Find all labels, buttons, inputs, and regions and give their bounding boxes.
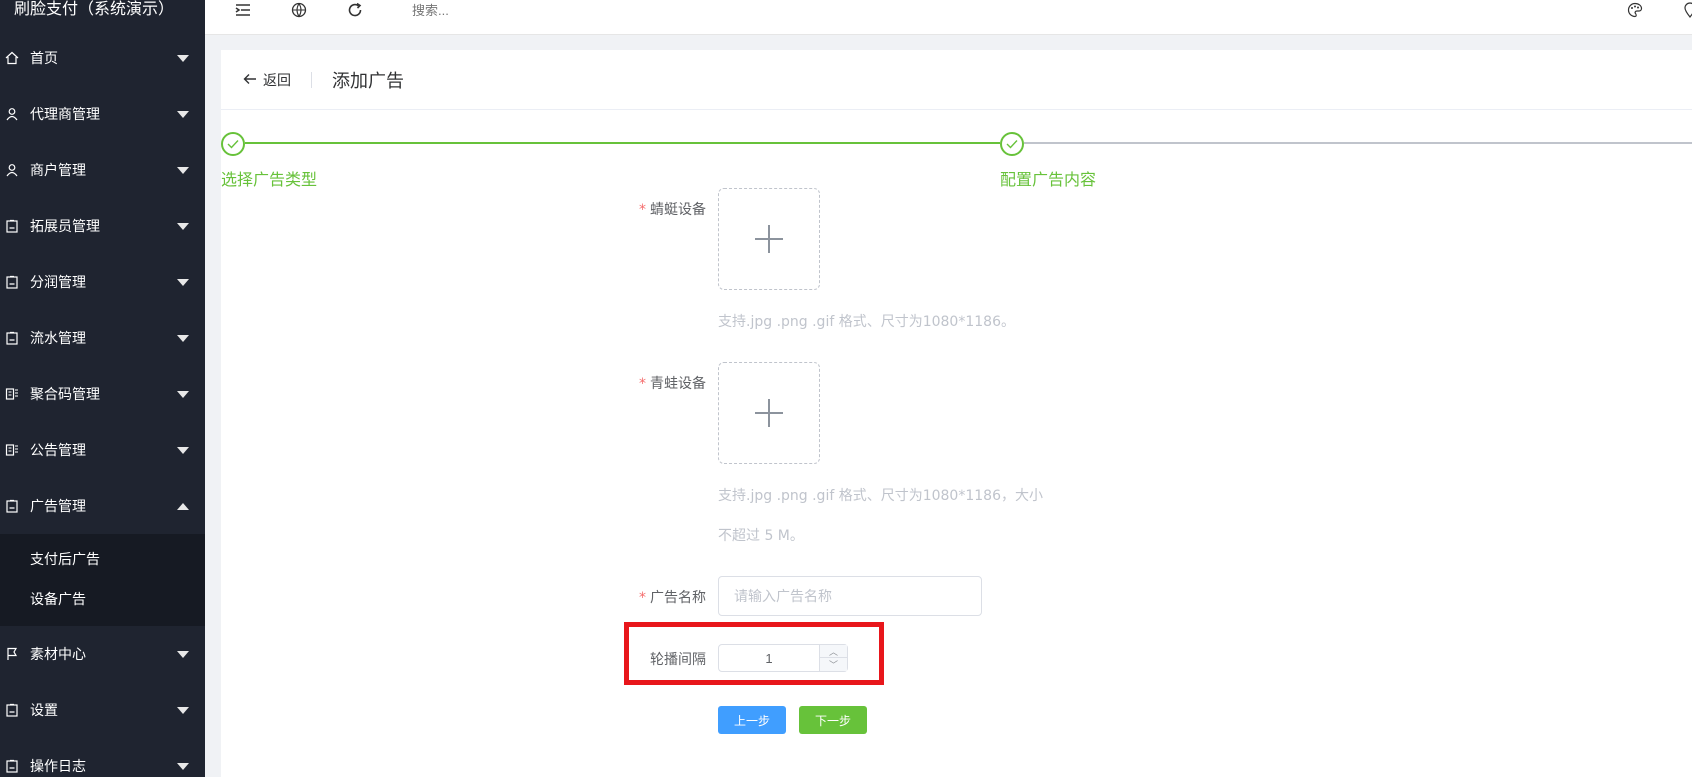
- sidebar-item-aggregate-code[interactable]: 聚合码管理: [0, 366, 205, 422]
- chevron-down-icon: [177, 763, 189, 770]
- app-title: 刷脸支付（系统演示）: [14, 0, 175, 18]
- globe-icon[interactable]: [289, 0, 309, 20]
- sidebar-item-label: 代理商管理: [30, 107, 100, 123]
- sidebar-item-materials[interactable]: 素材中心: [0, 626, 205, 682]
- step-line-pending: [1024, 142, 1692, 144]
- sidebar-item-label: 首页: [30, 51, 58, 67]
- chevron-down-icon: [177, 279, 189, 286]
- sidebar-item-label: 拓展员管理: [30, 219, 100, 235]
- flag-icon: [4, 646, 20, 662]
- chevron-down-icon: [177, 447, 189, 454]
- step-2-title: 配置广告内容: [1000, 170, 1097, 189]
- dragonfly-uploader[interactable]: [718, 188, 820, 290]
- chevron-up-icon: [177, 503, 189, 510]
- sidebar-item-ads[interactable]: 广告管理: [0, 478, 205, 534]
- step-2-check-icon: [1000, 132, 1024, 156]
- page-header: 返回 添加广告: [221, 50, 1692, 110]
- sidebar-item-announcements[interactable]: 公告管理: [0, 422, 205, 478]
- step-1-title: 选择广告类型: [221, 170, 318, 189]
- back-button[interactable]: 返回: [243, 70, 291, 90]
- plus-icon: [755, 399, 783, 427]
- search-input[interactable]: [412, 1, 652, 19]
- step-line-finished: [245, 142, 1000, 144]
- chevron-down-icon: [177, 651, 189, 658]
- chevron-down-icon: [177, 167, 189, 174]
- frog-label: * 青蛙设备: [639, 376, 706, 392]
- document-icon: [4, 386, 20, 402]
- prev-step-button[interactable]: 上一步: [718, 706, 786, 734]
- clipboard-icon: [4, 274, 20, 290]
- plus-icon: [755, 225, 783, 253]
- sidebar-item-label: 聚合码管理: [30, 387, 100, 403]
- sidebar-item-label: 素材中心: [30, 647, 86, 663]
- steps: 选择广告类型 配置广告内容: [221, 132, 1692, 192]
- frog-hint-line-1: 支持.jpg .png .gif 格式、尺寸为1080*1186，大小: [718, 488, 1043, 504]
- back-label: 返回: [263, 72, 291, 89]
- sidebar-item-label: 广告管理: [30, 499, 86, 515]
- step-1-check-icon: [221, 132, 245, 156]
- topbar: [205, 0, 1692, 35]
- clipboard-icon: [4, 330, 20, 346]
- clipboard-icon: [4, 218, 20, 234]
- clipboard-icon: [4, 758, 20, 774]
- next-step-button[interactable]: 下一步: [799, 706, 867, 734]
- user-icon: [4, 162, 20, 178]
- sidebar: 刷脸支付（系统演示） 首页 代理商管理 商户管理 拓展员管理 分润管理 流水管理…: [0, 0, 205, 777]
- menu-fold-icon[interactable]: [233, 0, 253, 20]
- palette-icon[interactable]: [1625, 0, 1645, 20]
- clipboard-icon: [4, 498, 20, 514]
- page-title: 添加广告: [332, 70, 404, 92]
- sidebar-item-home[interactable]: 首页: [0, 30, 205, 86]
- clipboard-icon: [4, 702, 20, 718]
- user-icon: [4, 106, 20, 122]
- frog-uploader[interactable]: [718, 362, 820, 464]
- sidebar-item-label: 分润管理: [30, 275, 86, 291]
- sidebar-item-label: 流水管理: [30, 331, 86, 347]
- document-icon: [4, 442, 20, 458]
- location-icon[interactable]: [1680, 0, 1692, 20]
- ad-name-input[interactable]: [718, 576, 982, 616]
- sidebar-item-label: 公告管理: [30, 443, 86, 459]
- sidebar-item-profit[interactable]: 分润管理: [0, 254, 205, 310]
- sidebar-item-logs[interactable]: 操作日志: [0, 738, 205, 777]
- sidebar-item-label: 操作日志: [30, 759, 86, 775]
- sidebar-item-label: 商户管理: [30, 163, 86, 179]
- refresh-icon[interactable]: [345, 0, 365, 20]
- dragonfly-label: * 蜻蜓设备: [639, 202, 706, 218]
- chevron-down-icon: [177, 111, 189, 118]
- home-icon: [4, 50, 20, 66]
- chevron-down-icon: [177, 223, 189, 230]
- main-card: 返回 添加广告 选择广告类型 配置广告内容: [221, 50, 1692, 777]
- divider: [311, 71, 312, 88]
- sidebar-item-promoters[interactable]: 拓展员管理: [0, 198, 205, 254]
- ads-submenu: 支付后广告 设备广告: [0, 534, 205, 626]
- sidebar-item-transactions[interactable]: 流水管理: [0, 310, 205, 366]
- submenu-item-device-ads[interactable]: 设备广告: [0, 580, 205, 620]
- ad-name-label: * 广告名称: [639, 590, 706, 606]
- chevron-down-icon: [177, 391, 189, 398]
- sidebar-item-settings[interactable]: 设置: [0, 682, 205, 738]
- highlight-annotation: [624, 622, 884, 685]
- chevron-down-icon: [177, 55, 189, 62]
- sidebar-item-merchants[interactable]: 商户管理: [0, 142, 205, 198]
- chevron-down-icon: [177, 707, 189, 714]
- dragonfly-hint: 支持.jpg .png .gif 格式、尺寸为1080*1186。: [718, 314, 1015, 330]
- arrow-left-icon: [243, 70, 257, 89]
- sidebar-item-agents[interactable]: 代理商管理: [0, 86, 205, 142]
- chevron-down-icon: [177, 335, 189, 342]
- frog-hint-line-2: 不超过 5 M。: [718, 528, 804, 544]
- sidebar-item-label: 设置: [30, 703, 58, 719]
- submenu-item-post-payment-ads[interactable]: 支付后广告: [0, 540, 205, 580]
